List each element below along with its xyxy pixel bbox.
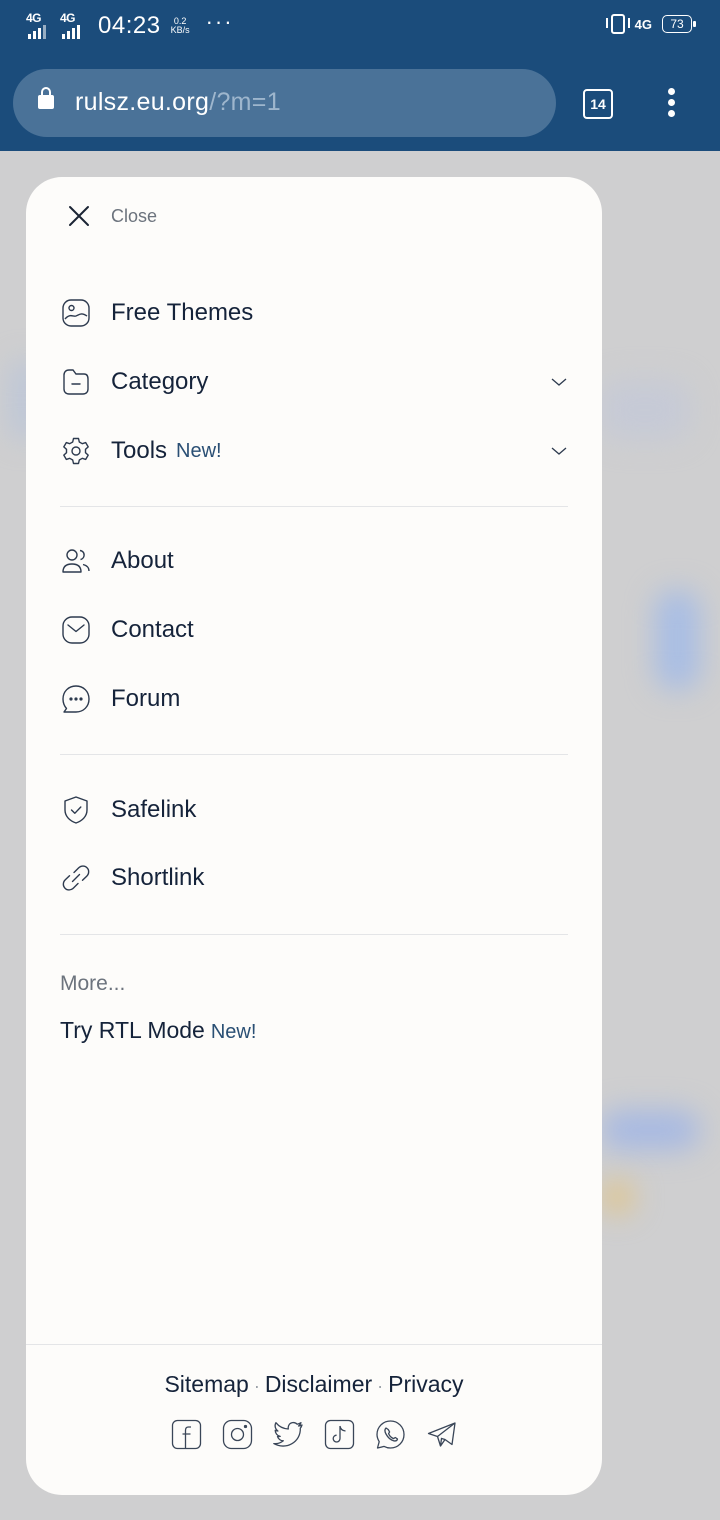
social-links [171, 1419, 457, 1450]
image-icon [62, 299, 90, 327]
more-notifications-icon: ··· [205, 9, 234, 34]
mail-icon [62, 616, 90, 644]
lock-icon [38, 87, 54, 109]
menu-item-label: Free Themes [111, 299, 254, 326]
network-speed: 0.2 KB/s [171, 17, 190, 35]
menu-item-category[interactable]: Category [60, 357, 568, 407]
close-button[interactable]: Close [66, 203, 157, 229]
telegram-icon[interactable] [426, 1419, 457, 1450]
menu-item-label: Shortlink [111, 864, 205, 891]
sim2-network-label: 4G [60, 11, 76, 25]
menu-item-label: Forum [111, 685, 181, 712]
vibrate-icon [605, 14, 630, 34]
twitter-icon[interactable] [273, 1419, 304, 1450]
menu-item-safelink[interactable]: Safelink [60, 785, 568, 835]
menu-item-label: Contact [111, 616, 194, 643]
signal-sim2-icon: 4G [60, 11, 88, 39]
navigation-drawer: Close Free Themes Category Tools New! Ab… [26, 177, 602, 1495]
link-icon [62, 865, 90, 891]
new-badge: New! [210, 1021, 257, 1043]
menu-item-tools[interactable]: Tools New! [60, 426, 568, 476]
battery-icon: 73 [662, 15, 696, 33]
facebook-icon[interactable] [171, 1419, 202, 1450]
link-separator: · [253, 1376, 260, 1396]
disclaimer-link[interactable]: Disclaimer [265, 1371, 372, 1397]
sitemap-link[interactable]: Sitemap [164, 1371, 248, 1397]
whatsapp-icon[interactable] [375, 1419, 406, 1450]
overflow-menu-icon[interactable] [667, 88, 677, 121]
menu-item-contact[interactable]: Contact [60, 605, 568, 655]
url-text[interactable]: rulsz.eu.org/?m=1 [75, 88, 281, 117]
sim1-network-label: 4G [26, 11, 42, 25]
users-icon [62, 549, 90, 573]
shield-check-icon [64, 796, 88, 824]
close-icon [69, 206, 89, 226]
chevron-down-icon[interactable] [550, 442, 568, 460]
menu-divider [60, 506, 568, 507]
url-path: /?m=1 [209, 88, 281, 116]
menu-item-free-themes[interactable]: Free Themes [60, 288, 568, 338]
more-heading: More... [60, 972, 126, 995]
menu-divider [60, 754, 568, 755]
menu-item-label: About [111, 547, 174, 574]
network-speed-unit: KB/s [170, 25, 190, 35]
gear-icon [63, 437, 89, 465]
close-label: Close [111, 205, 158, 226]
instagram-icon[interactable] [222, 1419, 253, 1450]
chevron-down-icon[interactable] [550, 373, 568, 391]
mobile-data-label: 4G [634, 16, 652, 32]
rtl-mode-toggle[interactable]: Try RTL Mode New! [60, 1017, 256, 1044]
drawer-footer: Sitemap · Disclaimer · Privacy [26, 1344, 602, 1495]
signal-sim1-icon: 4G [26, 11, 54, 39]
new-badge: New! [176, 439, 222, 462]
url-host: rulsz.eu.org [75, 88, 210, 116]
folder-icon [63, 369, 89, 395]
menu-item-shortlink[interactable]: Shortlink [60, 853, 568, 903]
menu-item-about[interactable]: About [60, 536, 568, 586]
rtl-mode-label: Try RTL Mode [60, 1017, 205, 1043]
menu-divider [60, 934, 568, 935]
menu-item-label: Tools [111, 437, 168, 464]
status-bar: 4G 4G 04:23 0.2 KB/s ··· 4G 73 [0, 0, 720, 56]
footer-links: Sitemap · Disclaimer · Privacy [26, 1371, 602, 1398]
tab-switcher-button[interactable]: 14 [583, 89, 613, 119]
privacy-link[interactable]: Privacy [388, 1371, 463, 1397]
tiktok-icon[interactable] [324, 1419, 355, 1450]
menu-item-label: Safelink [111, 796, 197, 823]
browser-toolbar: rulsz.eu.org/?m=1 14 [0, 56, 720, 151]
menu-item-label: Category [111, 368, 209, 395]
clock: 04:23 [98, 12, 161, 39]
chat-bubble-icon [62, 685, 90, 713]
link-separator: · [377, 1376, 384, 1396]
address-bar[interactable]: rulsz.eu.org/?m=1 [13, 69, 556, 137]
menu-item-forum[interactable]: Forum [60, 674, 568, 724]
